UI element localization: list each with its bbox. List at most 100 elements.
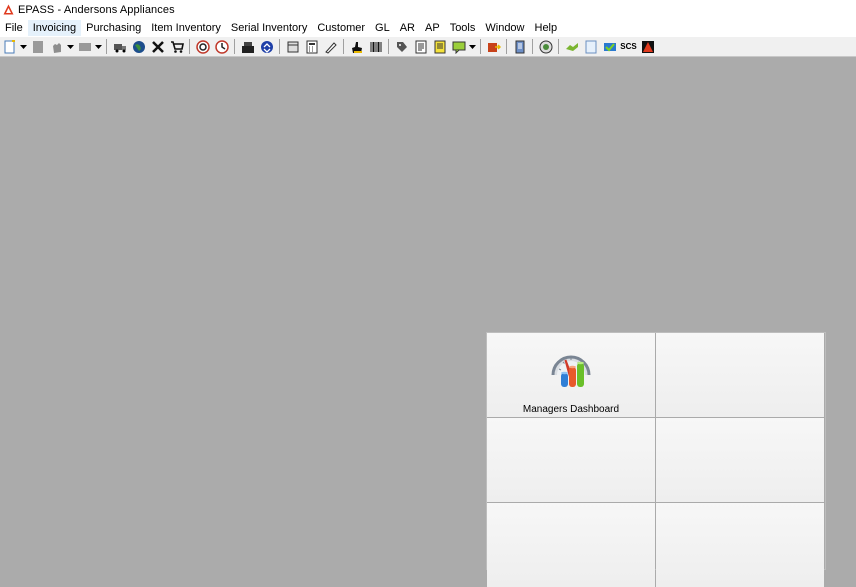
menu-gl[interactable]: GL: [370, 20, 395, 36]
message-dropdown-button[interactable]: [469, 39, 476, 55]
screen-dropdown-button[interactable]: [95, 39, 102, 55]
sync-icon: [260, 40, 273, 53]
hand-dropdown-button[interactable]: [67, 39, 74, 55]
menu-ar[interactable]: AR: [395, 20, 420, 36]
tile-empty[interactable]: [656, 333, 824, 417]
toolbar-separator: [532, 39, 533, 54]
hand-icon: [52, 42, 61, 53]
clock-button[interactable]: [213, 39, 230, 55]
handshake-button[interactable]: [563, 39, 580, 55]
shield-button[interactable]: [601, 39, 618, 55]
pointing-hand-icon: [351, 41, 362, 53]
tile-empty[interactable]: [487, 503, 655, 587]
toolbar-separator: [558, 39, 559, 54]
menu-invoicing[interactable]: Invoicing: [27, 20, 82, 36]
tile-managers-dashboard[interactable]: Managers Dashboard: [487, 333, 655, 417]
chevron-down-icon: [469, 44, 476, 49]
pen-icon: [324, 41, 337, 54]
globe-icon: [132, 40, 145, 53]
barcode-button[interactable]: [367, 39, 384, 55]
window-title: EPASS - Andersons Appliances: [18, 3, 175, 16]
toolbar-separator: [234, 39, 235, 54]
toolbar-separator: [279, 39, 280, 54]
menu-window[interactable]: Window: [480, 20, 529, 36]
toolbar-separator: [343, 39, 344, 54]
cart-button[interactable]: [168, 39, 185, 55]
chevron-down-icon: [20, 44, 27, 49]
menu-ap[interactable]: AP: [420, 20, 445, 36]
menu-purchasing[interactable]: Purchasing: [81, 20, 146, 36]
truck-icon: [113, 43, 126, 52]
calculator-icon: [306, 40, 317, 53]
scs-label: SCS: [620, 42, 637, 51]
exit-icon: [487, 42, 501, 52]
tools-icon: [151, 40, 164, 53]
alert-button[interactable]: [639, 39, 656, 55]
new-document-icon: [4, 39, 15, 53]
title-bar: EPASS - Andersons Appliances: [0, 0, 856, 19]
speech-bubble-icon: [452, 41, 465, 54]
tag-button[interactable]: [393, 39, 410, 55]
sync-button[interactable]: [258, 39, 275, 55]
tile-empty[interactable]: [656, 418, 824, 502]
hand-point-button[interactable]: [348, 39, 365, 55]
chevron-down-icon: [67, 44, 74, 49]
document-button[interactable]: [29, 39, 46, 55]
new-document-button[interactable]: [1, 39, 18, 55]
menu-file[interactable]: File: [0, 20, 28, 36]
screen-button[interactable]: [76, 39, 93, 55]
warning-triangle-icon: [641, 40, 654, 53]
hand-button[interactable]: [48, 39, 65, 55]
notes-icon: [434, 40, 445, 53]
box-icon: [287, 41, 298, 52]
check-shield-icon: [603, 42, 616, 51]
menu-bar: File Invoicing Purchasing Item Inventory…: [0, 19, 856, 37]
managers-dashboard-icon: [551, 355, 591, 387]
toolbar-separator: [388, 39, 389, 54]
tile-label: Managers Dashboard: [522, 404, 620, 415]
toolbar-separator: [480, 39, 481, 54]
menu-serial-inventory[interactable]: Serial Inventory: [226, 20, 312, 36]
scs-button[interactable]: SCS: [620, 39, 637, 55]
monitor-icon: [78, 42, 91, 51]
compass-button[interactable]: [537, 39, 554, 55]
tools-button[interactable]: [149, 39, 166, 55]
copyright-button[interactable]: [194, 39, 211, 55]
document-icon: [32, 40, 43, 53]
tag-icon: [396, 41, 407, 52]
notes-button[interactable]: [431, 39, 448, 55]
circle-c-icon: [195, 39, 210, 54]
truck-button[interactable]: [111, 39, 128, 55]
calculator-button[interactable]: [303, 39, 320, 55]
dashboard-tile-grid: Managers Dashboard: [486, 332, 826, 587]
globe-button[interactable]: [130, 39, 147, 55]
new-dropdown-button[interactable]: [20, 39, 27, 55]
report-button[interactable]: [412, 39, 429, 55]
report-icon: [415, 40, 426, 53]
menu-item-inventory[interactable]: Item Inventory: [146, 20, 226, 36]
tile-empty[interactable]: [656, 503, 824, 587]
compass-icon: [539, 40, 552, 53]
clock-icon: [214, 39, 229, 54]
tile-empty[interactable]: [487, 418, 655, 502]
toolbar-separator: [506, 39, 507, 54]
pen-button[interactable]: [322, 39, 339, 55]
box-button[interactable]: [284, 39, 301, 55]
message-button[interactable]: [450, 39, 467, 55]
toolbar: SCS: [0, 37, 856, 57]
page-button[interactable]: [582, 39, 599, 55]
epass-logo-icon: [3, 4, 14, 15]
register-icon: [241, 41, 254, 53]
ledger-icon: [515, 40, 524, 53]
register-button[interactable]: [239, 39, 256, 55]
menu-tools[interactable]: Tools: [445, 20, 481, 36]
exit-button[interactable]: [485, 39, 502, 55]
menu-customer[interactable]: Customer: [312, 20, 370, 36]
menu-help[interactable]: Help: [530, 20, 563, 36]
shopping-cart-icon: [170, 40, 184, 53]
page-icon: [585, 40, 596, 53]
ledger-button[interactable]: [511, 39, 528, 55]
barcode-icon: [370, 41, 381, 52]
toolbar-separator: [189, 39, 190, 54]
chevron-down-icon: [95, 44, 102, 49]
